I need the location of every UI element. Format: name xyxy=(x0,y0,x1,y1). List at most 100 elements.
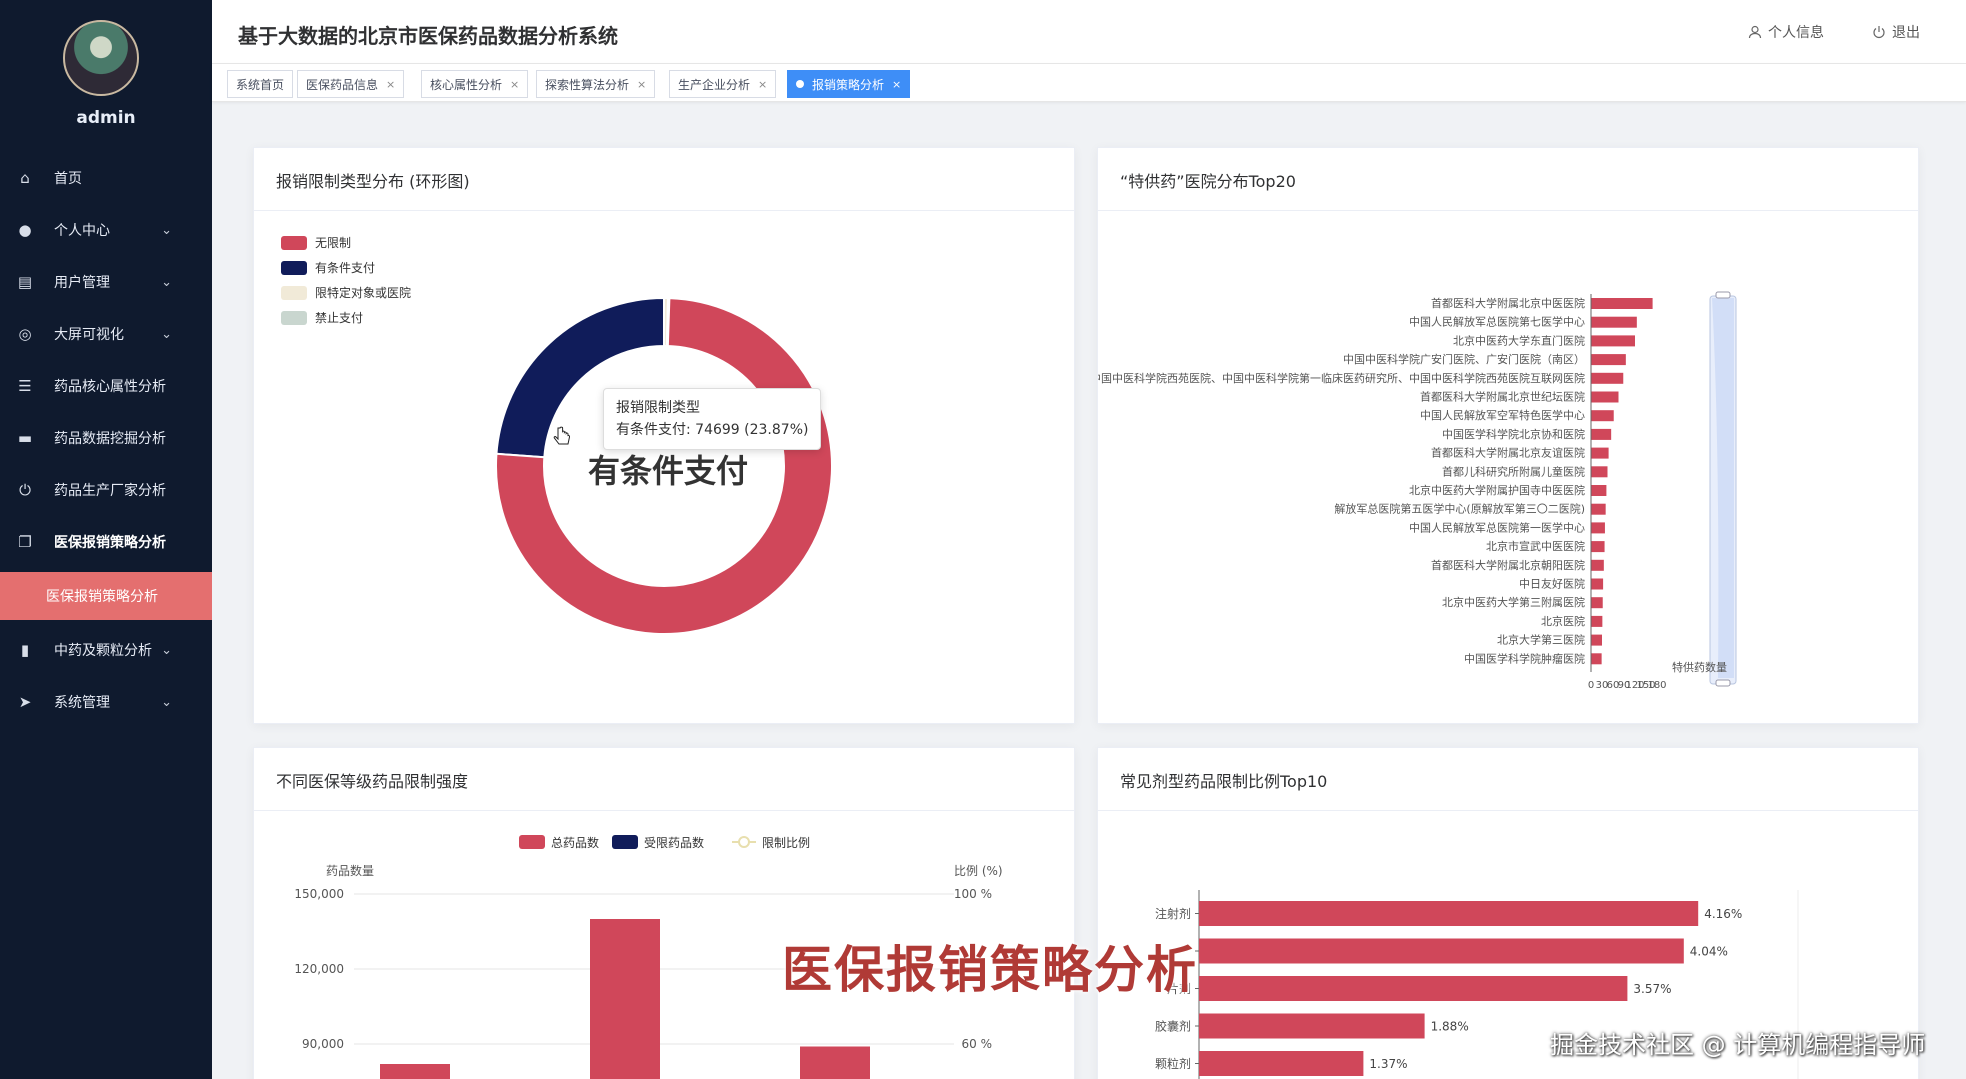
active-dot-icon xyxy=(796,80,804,88)
send-icon: ➤ xyxy=(18,693,32,711)
hospitals-bar-chart: 首都医科大学附属北京中医医院中国人民解放军总医院第七医学中心北京中医药大学东直门… xyxy=(1098,291,1737,691)
hospital-bar xyxy=(1591,335,1635,347)
sidebar-item-label: 药品生产厂家分析 xyxy=(54,483,166,499)
sidebar-item[interactable]: ▤ 用户管理 ⌄ xyxy=(0,256,212,308)
sidebar-item[interactable]: ☰ 药品核心属性分析 xyxy=(0,360,212,412)
dosage-category-label: 胶囊剂 xyxy=(1155,1019,1191,1034)
hospital-label: 首都医科大学附属北京中医医院 xyxy=(1431,296,1585,310)
hospital-bar xyxy=(1591,316,1637,328)
close-icon[interactable]: × xyxy=(758,78,767,91)
avatar[interactable] xyxy=(63,20,139,96)
tab[interactable]: 医保药品信息 × xyxy=(297,70,405,98)
sidebar-item-label: 首页 xyxy=(54,171,82,187)
y2-axis-title: 比例 (%) xyxy=(954,864,1003,878)
tab-label: 核心属性分析 xyxy=(430,77,503,92)
hospital-bar xyxy=(1591,522,1605,534)
sidebar-item[interactable]: ➤ 系统管理 ⌄ xyxy=(0,676,212,728)
home-icon: ⌂ xyxy=(20,169,30,187)
sidebar-item-label: 用户管理 xyxy=(54,275,110,291)
legend-label: 总药品数 xyxy=(551,835,599,850)
sidebar: admin ⌂ 首页 ● 个人中心 ⌄ ▤ 用户管理 ⌄ ◎ 大屏可视化 ⌄ ☰ 药品核心属性分析 ▬ 药品… xyxy=(0,0,212,1079)
hospital-bar xyxy=(1591,615,1603,627)
hospital-bar xyxy=(1591,559,1604,571)
dosage-value-label: 4.04% xyxy=(1690,945,1728,959)
x-tick-label: 0 xyxy=(1588,680,1594,691)
sidebar-item[interactable]: ⏻ 药品生产厂家分析 xyxy=(0,464,212,516)
donut-card: 报销限制类型分布 (环形图) 无限制 有条件支付 限特定对象或医院 禁止支付 有条件支… xyxy=(253,147,1075,724)
power-icon: ⏻ xyxy=(19,481,31,499)
tab-label: 医保药品信息 xyxy=(306,77,379,92)
profile-link[interactable]: 个人信息 xyxy=(1748,22,1824,42)
hospital-label: 首都儿科研究所附属儿童医院 xyxy=(1442,464,1585,478)
dosage-bar xyxy=(1199,1013,1425,1039)
hospital-label: 解放军总医院第五医学中心(原解放军第三〇二医院) xyxy=(1334,502,1585,516)
levels-card: 不同医保等级药品限制强度 总药品数 受限药品数 限制比例 药品数量 比例 (%) 150,… xyxy=(253,747,1075,1079)
close-icon[interactable]: × xyxy=(892,78,901,91)
x-tick-label: 180 xyxy=(1647,680,1666,691)
y-axis-title: 药品数量 xyxy=(326,863,374,878)
sidebar-item-label: 医保报销策略分析 xyxy=(54,535,166,551)
hospital-label: 中国医学科学院肿瘤医院 xyxy=(1464,651,1585,665)
sidebar-item[interactable]: ▬ 药品数据挖掘分析 xyxy=(0,412,212,464)
hospital-bar xyxy=(1591,428,1612,440)
close-icon[interactable]: × xyxy=(386,78,395,91)
hospital-label: 中国人民解放军总医院第一医学中心 xyxy=(1409,520,1585,534)
sidebar-item-label: 药品核心属性分析 xyxy=(54,379,166,395)
hospital-bar xyxy=(1591,372,1624,384)
app-title: 基于大数据的北京市医保药品数据分析系统 xyxy=(238,24,618,48)
tab-label: 报销策略分析 xyxy=(812,77,885,92)
tooltip-title: 报销限制类型 xyxy=(616,400,700,416)
hospital-bar xyxy=(1591,485,1607,496)
sidebar-item[interactable]: ❐ 医保报销策略分析 xyxy=(0,516,212,568)
list-icon: ☰ xyxy=(18,377,32,395)
chevron-down-icon: ⌄ xyxy=(161,694,172,710)
sidebar-subitem-active[interactable]: 医保报销策略分析 xyxy=(0,572,212,620)
top-header: 基于大数据的北京市医保药品数据分析系统 个人信息 退出 xyxy=(212,0,1966,64)
tab[interactable]: 报销策略分析 × xyxy=(787,70,911,98)
bar-icon: ▮ xyxy=(20,641,30,659)
sidebar-item[interactable]: ◎ 大屏可视化 ⌄ xyxy=(0,308,212,360)
user-icon: ● xyxy=(18,221,32,239)
level-bar xyxy=(800,1046,870,1079)
tab-label: 探索性算法分析 xyxy=(545,77,630,92)
y-tick-label: 120,000 xyxy=(294,962,344,976)
watermark: 掘金技术社区 @ 计算机编程指导师 xyxy=(1550,1031,1926,1059)
close-icon[interactable]: × xyxy=(510,78,519,91)
chevron-down-icon: ⌄ xyxy=(161,326,172,342)
hospital-label: 北京大学第三医院 xyxy=(1497,633,1585,647)
legend-marker xyxy=(738,836,750,848)
hospital-label: 中国中医科学院广安门医院、广安门医院（南区） xyxy=(1343,352,1585,366)
tab-bar: 系统首页 医保药品信息 × 核心属性分析 × 探索性算法分析 × 生产企业分析 × 报销策略分析 × xyxy=(212,64,1966,102)
legend-swatch xyxy=(519,835,545,849)
logout-label: 退出 xyxy=(1892,25,1920,41)
hospital-bar xyxy=(1591,354,1626,366)
zoom-handle-top xyxy=(1715,291,1731,299)
sidebar-item[interactable]: ⌂ 首页 xyxy=(0,152,212,204)
tab[interactable]: 系统首页 xyxy=(227,70,294,98)
hand-cursor-icon xyxy=(553,426,571,445)
hospital-label: 中国人民解放军总医院第七医学中心 xyxy=(1409,315,1585,329)
target-icon: ◎ xyxy=(18,325,32,343)
hospital-label: 首都医科大学附属北京世纪坛医院 xyxy=(1420,390,1585,404)
zoom-legend-label: 特供药数量 xyxy=(1672,660,1727,674)
tab[interactable]: 核心属性分析 × xyxy=(421,70,529,98)
sidebar-item-label: 系统管理 xyxy=(54,695,110,711)
username: admin xyxy=(76,108,136,128)
tab[interactable]: 生产企业分析 × xyxy=(669,70,777,98)
y2-tick-label: 60 % xyxy=(962,1037,993,1051)
hospital-bar xyxy=(1591,298,1653,309)
donut-center-label: 有条件支付 xyxy=(588,452,749,490)
zoom-handle-bottom xyxy=(1715,679,1731,687)
logout-link[interactable]: 退出 xyxy=(1872,22,1920,42)
dosage-category-label: 注射剂 xyxy=(1155,906,1191,921)
tab[interactable]: 探索性算法分析 × xyxy=(536,70,656,98)
chevron-down-icon: ⌄ xyxy=(161,274,172,290)
y-tick-label: 90,000 xyxy=(302,1037,344,1051)
hospital-label: 北京市宣武中医医院 xyxy=(1486,539,1585,553)
close-icon[interactable]: × xyxy=(637,78,646,91)
hospital-label: 首都医科大学附属北京友谊医院 xyxy=(1431,446,1585,460)
sidebar-item[interactable]: ● 个人中心 ⌄ xyxy=(0,204,212,256)
dosage-value-label: 4.16% xyxy=(1704,907,1742,921)
sidebar-item[interactable]: ▮ 中药及颗粒分析 ⌄ xyxy=(0,624,212,676)
dosage-value-label: 1.88% xyxy=(1431,1020,1469,1034)
